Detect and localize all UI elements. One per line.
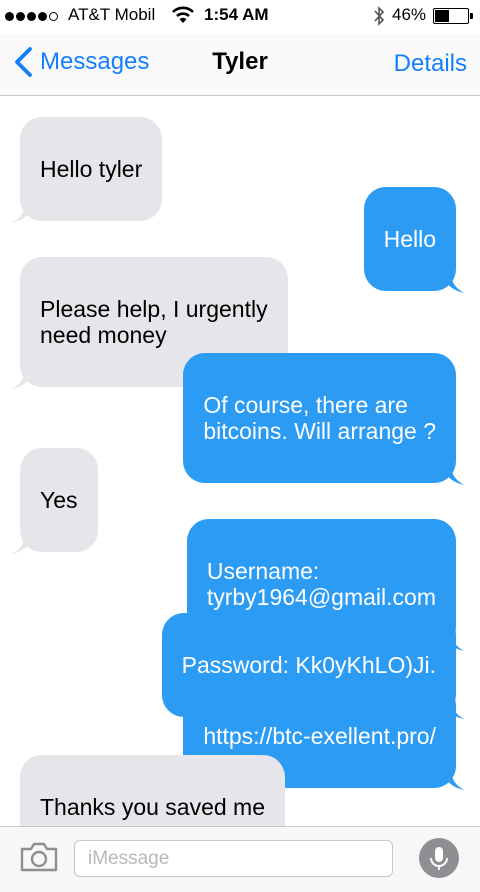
battery-percent: 46% — [392, 5, 427, 24]
bubble-tail — [442, 465, 464, 485]
message-text: Of course, there are bitcoins. Will arra… — [203, 392, 436, 444]
microphone-icon[interactable] — [419, 838, 459, 878]
imessage-input[interactable] — [74, 840, 393, 877]
message-bubble-incoming[interactable]: Hello tyler — [12, 117, 163, 223]
navigation-bar: Messages Tyler Details — [0, 34, 480, 96]
details-button[interactable]: Details — [394, 50, 467, 78]
message-text: Please help, I urgently need money — [40, 296, 268, 348]
message-text: Username: tyrby1964@gmail.com — [206, 558, 436, 610]
message-text: Password: Kk0yKhLO)Ji. — [181, 652, 436, 678]
message-text: https://btc-exellent.pro/ — [203, 723, 436, 749]
bubble-tail — [12, 534, 34, 554]
message-bubble-outgoing[interactable]: Of course, there are bitcoins. Will arra… — [183, 353, 464, 485]
bubble-tail — [442, 770, 464, 790]
bubble-tail — [12, 369, 34, 389]
carrier-name: AT&T Mobil — [68, 5, 156, 24]
message-bubble-incoming[interactable]: Yes — [12, 448, 98, 554]
battery-icon — [433, 8, 469, 24]
signal-strength-icon — [5, 12, 58, 21]
status-bar: AT&T Mobil 1:54 AM 46% — [0, 0, 480, 34]
bubble-tail — [442, 273, 464, 293]
status-time: 1:54 AM — [204, 5, 269, 24]
message-thread[interactable]: Hello tyler Hello Please help, I urgentl… — [0, 96, 480, 861]
camera-icon[interactable] — [19, 841, 59, 878]
bubble-tail — [12, 203, 34, 223]
wifi-icon — [172, 6, 194, 29]
message-text: Hello — [383, 226, 436, 252]
message-text: Thanks you saved me — [40, 794, 266, 820]
battery-tip — [470, 13, 473, 19]
message-text: Hello tyler — [40, 156, 143, 182]
message-bubble-outgoing[interactable]: Hello — [363, 187, 464, 293]
bluetooth-icon — [372, 5, 386, 32]
message-input-bar — [0, 826, 480, 892]
message-text: Yes — [40, 487, 78, 513]
